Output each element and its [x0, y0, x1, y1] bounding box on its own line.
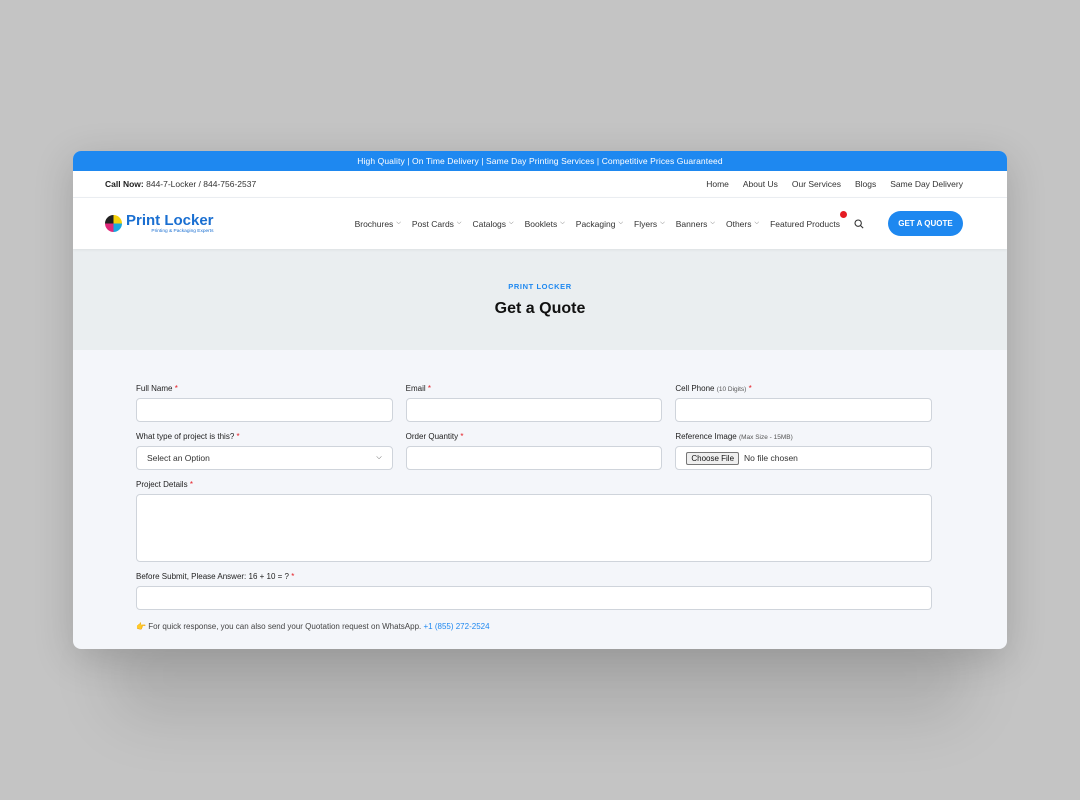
order-quantity-input[interactable] [405, 446, 663, 470]
hero-eyebrow: PRINT LOCKER [508, 281, 572, 291]
browser-window: High Quality | On Time Delivery | Same D… [73, 151, 1007, 649]
nav-label: Catalogs [472, 218, 507, 229]
captcha-input[interactable] [136, 586, 932, 610]
email-input[interactable] [405, 398, 663, 422]
choose-file-button[interactable]: Choose File [686, 451, 740, 465]
chevron-down-icon: ⌵ [396, 220, 401, 226]
nav-item-post-cards[interactable]: Post Cards ⌵ [412, 219, 462, 229]
search-icon[interactable] [854, 218, 864, 229]
call-label: Call Now: [105, 179, 144, 189]
whatsapp-phone-link[interactable]: +1 (855) 272-2524 [423, 622, 489, 631]
nav-item-featured-products[interactable]: Featured Products [770, 210, 847, 229]
full-name-label: Full Name * [136, 384, 178, 393]
chevron-down-icon: ⌵ [560, 220, 565, 226]
top-link-services[interactable]: Our Services [792, 179, 841, 189]
top-links: Home About Us Our Services Blogs Same Da… [706, 179, 963, 189]
whatsapp-note-text: For quick response, you can also send yo… [148, 622, 422, 631]
call-now: Call Now: 844-7-Locker / 844-756-2537 [105, 179, 256, 189]
nav-item-flyers[interactable]: Flyers ⌵ [634, 219, 665, 229]
nav-item-packaging[interactable]: Packaging ⌵ [576, 219, 623, 229]
project-details-label: Project Details * [136, 480, 193, 489]
nav-item-banners[interactable]: Banners ⌵ [676, 219, 715, 229]
nav-label: Featured Products [770, 218, 840, 229]
full-name-input[interactable] [136, 398, 393, 422]
whatsapp-note: 👉 For quick response, you can also send … [136, 622, 932, 631]
chevron-down-icon: ⌵ [509, 220, 514, 226]
chevron-down-icon: ⌵ [456, 220, 462, 226]
logo[interactable]: Print Locker Printing & Packaging Expert… [105, 213, 305, 235]
page-title: Get a Quote [494, 299, 586, 317]
project-details-field: Project Details * [136, 480, 932, 562]
top-link-blogs[interactable]: Blogs [855, 179, 876, 189]
call-numbers[interactable]: 844-7-Locker / 844-756-2537 [146, 179, 256, 189]
email-field: Email * [405, 384, 663, 422]
chevron-down-icon: ⌵ [660, 220, 665, 226]
reference-image-input: Choose File No file chosen [675, 446, 933, 470]
announcement-text: High Quality | On Time Delivery | Same D… [357, 156, 723, 166]
top-link-home[interactable]: Home [706, 179, 729, 189]
nav-label: Post Cards [411, 218, 454, 229]
captcha-label: Before Submit, Please Answer: 16 + 10 = … [136, 572, 295, 581]
nav-label: Flyers [634, 218, 658, 229]
pointing-hand-icon: 👉 [136, 622, 146, 631]
chevron-down-icon: ⌵ [618, 220, 624, 226]
project-type-select[interactable]: Select an Option ⌵ [136, 446, 393, 470]
nav-item-booklets[interactable]: Booklets ⌵ [525, 219, 565, 229]
project-type-label: What type of project is this? * [136, 432, 240, 441]
nav-item-catalogs[interactable]: Catalogs ⌵ [472, 219, 513, 229]
top-link-about[interactable]: About Us [743, 179, 778, 189]
nav-label: Packaging [575, 218, 616, 229]
logo-mark-icon [105, 214, 122, 232]
nav-label: Brochures [354, 218, 394, 229]
chevron-down-icon: ⌵ [710, 220, 715, 226]
file-status: No file chosen [744, 453, 798, 463]
order-quantity-field: Order Quantity * [405, 432, 663, 470]
full-name-field: Full Name * [136, 384, 393, 422]
nav-item-others[interactable]: Others ⌵ [726, 219, 759, 229]
page-hero: PRINT LOCKER Get a Quote [73, 249, 1007, 350]
top-bar: Call Now: 844-7-Locker / 844-756-2537 Ho… [73, 171, 1007, 198]
chevron-down-icon: ⌵ [754, 220, 760, 226]
nav-label: Others [725, 218, 752, 229]
logo-tagline: Printing & Packaging Experts [151, 228, 214, 234]
announcement-bar: High Quality | On Time Delivery | Same D… [73, 151, 1007, 171]
project-type-value: Select an Option [147, 453, 210, 463]
nav-label: Banners [675, 218, 708, 229]
reference-image-label: Reference Image (Max Size - 15MB) [675, 432, 793, 441]
logo-title: Print Locker [126, 211, 214, 229]
main-nav: Print Locker Printing & Packaging Expert… [73, 198, 1007, 249]
cell-phone-input[interactable] [675, 398, 933, 422]
captcha-field: Before Submit, Please Answer: 16 + 10 = … [136, 572, 932, 610]
cell-phone-label: Cell Phone (10 Digits) * [675, 384, 752, 393]
nav-item-brochures[interactable]: Brochures ⌵ [355, 219, 401, 229]
cell-phone-field: Cell Phone (10 Digits) * [675, 384, 933, 422]
top-link-same-day[interactable]: Same Day Delivery [890, 179, 963, 189]
nav-menu: Brochures ⌵ Post Cards ⌵ Catalogs ⌵ Booklet… [355, 210, 847, 229]
project-type-field: What type of project is this? * Select a… [136, 432, 393, 470]
project-details-textarea[interactable] [136, 494, 932, 562]
chevron-down-icon: ⌵ [376, 454, 382, 461]
quote-form: Full Name * Email * Cell Phone (10 Digit… [73, 350, 1007, 631]
notification-dot [840, 210, 847, 218]
get-a-quote-button[interactable]: GET A QUOTE [888, 211, 963, 236]
nav-label: Booklets [524, 218, 558, 229]
order-quantity-label: Order Quantity * [405, 432, 464, 441]
email-label: Email * [405, 384, 432, 393]
reference-image-field: Reference Image (Max Size - 15MB) Choose… [675, 432, 933, 470]
